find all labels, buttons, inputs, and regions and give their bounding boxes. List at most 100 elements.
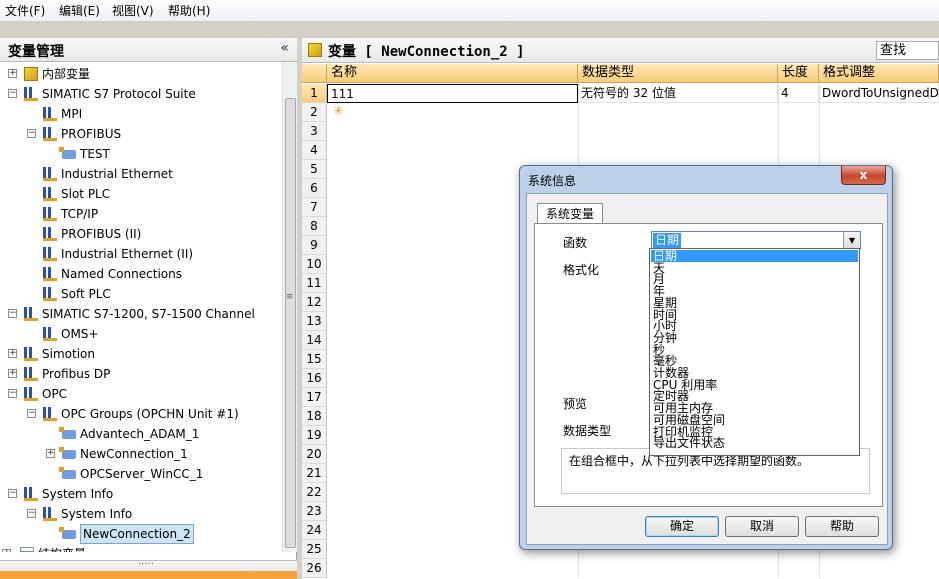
tree-item[interactable]: + NewConnection_1 <box>0 444 280 464</box>
tree-item[interactable]: + 内部变量 <box>0 64 280 84</box>
dropdown-option[interactable]: 分钟 <box>651 332 858 344</box>
expand-icon[interactable]: + <box>8 69 17 78</box>
row-header[interactable]: 3 <box>302 122 327 141</box>
scrollbar-thumb[interactable] <box>285 98 296 548</box>
row-header[interactable]: 20 <box>302 445 327 464</box>
column-header[interactable]: 格式调整 <box>819 64 939 83</box>
tree-item[interactable]: OPCServer_WinCC_1 <box>0 464 280 484</box>
row-header[interactable]: 23 <box>302 502 327 521</box>
row-header[interactable]: 21 <box>302 464 327 483</box>
menu-edit[interactable]: 编辑(E) <box>59 0 100 22</box>
tree-item[interactable]: PROFIBUS (II) <box>0 224 280 244</box>
dropdown-option[interactable]: 导出文件状态 <box>651 437 858 449</box>
row-header[interactable]: 19 <box>302 426 327 445</box>
tree-item[interactable]: + Profibus DP <box>0 364 280 384</box>
row-header[interactable]: 8 <box>302 217 327 236</box>
row-header[interactable]: 16 <box>302 369 327 388</box>
collapse-node-icon[interactable]: − <box>27 509 36 518</box>
close-button[interactable]: x <box>841 166 886 185</box>
cell-data-type[interactable]: 无符号的 32 位值 <box>578 84 778 103</box>
expand-icon[interactable]: + <box>8 349 17 358</box>
chevron-down-icon[interactable]: ▼ <box>843 232 860 249</box>
menu-file[interactable]: 文件(F) <box>5 0 45 22</box>
tree-item[interactable]: − PROFIBUS <box>0 124 280 144</box>
menu-view[interactable]: 视图(V) <box>112 0 154 22</box>
tree-item[interactable]: − OPC Groups (OPCHN Unit #1) <box>0 404 280 424</box>
cell-length[interactable]: 4 <box>778 84 819 103</box>
tree-item[interactable]: + 结构变量 <box>0 544 280 552</box>
tree-item[interactable]: − SIMATIC S7-1200, S7-1500 Channel <box>0 304 280 324</box>
tree-item[interactable]: TCP/IP <box>0 204 280 224</box>
tree-item[interactable]: TEST <box>0 144 280 164</box>
help-button[interactable]: 帮助 <box>805 516 879 537</box>
collapse-node-icon[interactable]: − <box>27 129 36 138</box>
collapse-node-icon[interactable]: − <box>27 409 36 418</box>
tree-item[interactable]: Slot PLC <box>0 184 280 204</box>
tree-item[interactable]: MPI <box>0 104 280 124</box>
row-header[interactable]: 4 <box>302 141 327 160</box>
search-input[interactable]: 查找 <box>876 41 939 60</box>
expand-icon[interactable]: + <box>8 369 17 378</box>
dropdown-option[interactable]: 小时 <box>651 320 858 332</box>
tab-system-variables[interactable]: 系统变量 <box>537 203 603 224</box>
row-header[interactable]: 9 <box>302 236 327 255</box>
format-label: 格式化 <box>563 263 600 277</box>
tree-item[interactable]: Advantech_ADAM_1 <box>0 424 280 444</box>
expand-icon[interactable]: + <box>46 449 55 458</box>
collapse-node-icon[interactable]: − <box>8 309 17 318</box>
tree-item[interactable]: + Simotion <box>0 344 280 364</box>
column-header[interactable]: 数据类型 <box>578 64 778 83</box>
row-header[interactable]: 15 <box>302 350 327 369</box>
tree-item[interactable]: − System Info <box>0 504 280 524</box>
dropdown-option[interactable]: 时间 <box>651 309 858 321</box>
cancel-button[interactable]: 取消 <box>725 516 799 537</box>
row-header[interactable]: 14 <box>302 331 327 350</box>
tree-item[interactable]: − SIMATIC S7 Protocol Suite <box>0 84 280 104</box>
panel-header: 变量管理 « <box>0 38 297 62</box>
collapse-icon[interactable]: « <box>280 40 289 56</box>
tree-item[interactable]: Industrial Ethernet (II) <box>0 244 280 264</box>
dropdown-option[interactable]: 日期 <box>651 250 858 262</box>
row-header[interactable]: 5 <box>302 160 327 179</box>
ok-button[interactable]: 确定 <box>645 516 719 537</box>
menu-help[interactable]: 帮助(H) <box>168 0 210 22</box>
row-header[interactable]: 12 <box>302 293 327 312</box>
dropdown-option[interactable]: 年 <box>651 285 858 297</box>
row-header[interactable]: 17 <box>302 388 327 407</box>
channel-unit-icon <box>43 407 57 421</box>
row-header[interactable]: 6 <box>302 179 327 198</box>
tree-item[interactable]: Soft PLC <box>0 284 280 304</box>
tree-scrollbar[interactable]: ≡ <box>282 62 297 552</box>
row-header[interactable]: 7 <box>302 198 327 217</box>
dropdown-option[interactable]: 月 <box>651 273 858 285</box>
collapse-node-icon[interactable]: − <box>8 89 17 98</box>
tree-item[interactable]: − OPC <box>0 384 280 404</box>
expand-icon[interactable]: + <box>2 549 11 552</box>
row-header[interactable]: 26 <box>302 559 327 578</box>
collapse-node-icon[interactable]: − <box>8 389 17 398</box>
collapse-node-icon[interactable]: − <box>8 489 17 498</box>
tree-item[interactable]: OMS+ <box>0 324 280 344</box>
row-header[interactable]: 10 <box>302 255 327 274</box>
dropdown-option[interactable]: 秒 <box>651 344 858 356</box>
cell-name[interactable]: 111 <box>327 84 578 103</box>
cell-format[interactable]: DwordToUnsignedDw <box>819 84 939 103</box>
row-header[interactable]: 25 <box>302 540 327 559</box>
dropdown-option[interactable]: 可用磁盘空间 <box>651 414 858 426</box>
row-header[interactable]: 24 <box>302 521 327 540</box>
row-header[interactable]: 11 <box>302 274 327 293</box>
dropdown-option[interactable]: 星期 <box>651 297 858 309</box>
tree-item-label: Soft PLC <box>61 287 111 301</box>
tree-item[interactable]: NewConnection_2 <box>0 524 280 544</box>
column-header[interactable]: 长度 <box>778 64 819 83</box>
row-header[interactable]: 13 <box>302 312 327 331</box>
tree-item[interactable]: − System Info <box>0 484 280 504</box>
row-header[interactable]: 2 <box>302 103 327 122</box>
row-header[interactable]: 22 <box>302 483 327 502</box>
row-header[interactable]: 1 <box>302 84 327 103</box>
tree-item[interactable]: Industrial Ethernet <box>0 164 280 184</box>
column-header[interactable]: 名称 <box>327 64 578 83</box>
tree-item[interactable]: Named Connections <box>0 264 280 284</box>
dropdown-option[interactable]: 天 <box>651 262 858 274</box>
row-header[interactable]: 18 <box>302 407 327 426</box>
